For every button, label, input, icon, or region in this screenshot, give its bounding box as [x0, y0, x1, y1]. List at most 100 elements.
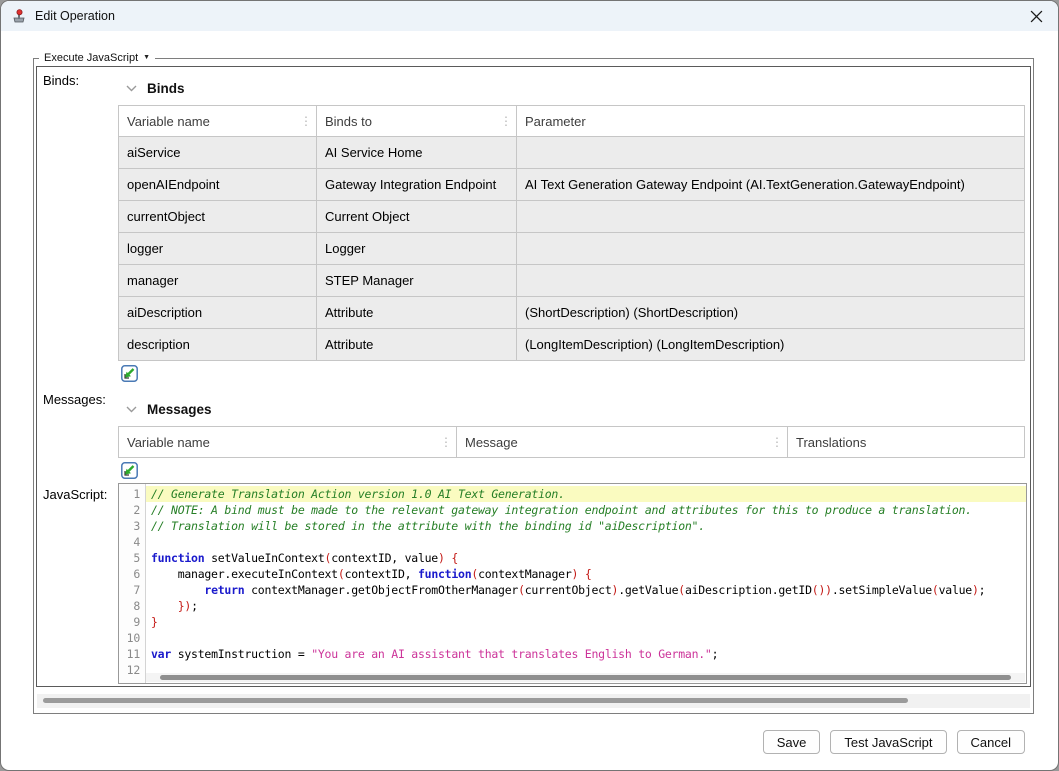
table-cell[interactable]: [517, 265, 1025, 297]
code-line[interactable]: return contextManager.getObjectFromOther…: [146, 582, 1026, 598]
binds-section-title: Binds: [147, 81, 185, 96]
code-line[interactable]: var systemInstruction = "You are an AI a…: [146, 646, 1026, 662]
column-header[interactable]: Parameter: [517, 106, 1025, 137]
column-menu-icon[interactable]: ⋮: [440, 435, 452, 449]
editor-horizontal-scrollbar[interactable]: [146, 673, 1025, 682]
table-cell[interactable]: openAIEndpoint: [119, 169, 317, 201]
line-number: 8: [119, 598, 145, 614]
app-icon: [11, 8, 27, 24]
chevron-down-icon: ▼: [143, 51, 150, 65]
chevron-down-icon[interactable]: [126, 85, 137, 92]
line-number: 10: [119, 630, 145, 646]
javascript-code-editor[interactable]: 123456789101112 // Generate Translation …: [118, 483, 1027, 684]
binds-field: Binds Variable name⋮Binds to⋮Parameterai…: [118, 75, 1028, 387]
table-cell[interactable]: Attribute: [317, 297, 517, 329]
messages-section-header[interactable]: Messages: [126, 398, 1028, 420]
code-line[interactable]: [146, 534, 1026, 550]
table-row[interactable]: aiDescriptionAttribute(ShortDescription)…: [119, 297, 1025, 329]
line-number: 2: [119, 502, 145, 518]
table-cell[interactable]: logger: [119, 233, 317, 265]
column-header[interactable]: Binds to⋮: [317, 106, 517, 137]
table-row[interactable]: openAIEndpointGateway Integration Endpoi…: [119, 169, 1025, 201]
messages-label: Messages:: [43, 392, 106, 407]
table-cell[interactable]: STEP Manager: [317, 265, 517, 297]
dialog-footer: Save Test JavaScript Cancel: [763, 730, 1025, 754]
table-row[interactable]: managerSTEP Manager: [119, 265, 1025, 297]
table-header-row: Variable name⋮Binds to⋮Parameter: [119, 106, 1025, 137]
binds-section-header[interactable]: Binds: [126, 77, 1028, 99]
table-cell[interactable]: AI Text Generation Gateway Endpoint (AI.…: [517, 169, 1025, 201]
column-header[interactable]: Translations: [788, 427, 1025, 458]
code-line[interactable]: // NOTE: A bind must be made to the rele…: [146, 502, 1026, 518]
line-number: 7: [119, 582, 145, 598]
save-button[interactable]: Save: [763, 730, 821, 754]
table-cell[interactable]: [517, 137, 1025, 169]
panel-horizontal-scrollbar[interactable]: [37, 694, 1030, 708]
column-menu-icon[interactable]: ⋮: [771, 435, 783, 449]
execute-javascript-groupbox: Execute JavaScript ▼ Binds: Binds Variab…: [33, 58, 1034, 714]
line-number: 11: [119, 646, 145, 662]
code-line[interactable]: [146, 630, 1026, 646]
messages-section-title: Messages: [147, 402, 212, 417]
table-cell[interactable]: Logger: [317, 233, 517, 265]
table-row[interactable]: aiServiceAI Service Home: [119, 137, 1025, 169]
line-number: 3: [119, 518, 145, 534]
table-cell[interactable]: manager: [119, 265, 317, 297]
column-menu-icon[interactable]: ⋮: [300, 114, 312, 128]
table-cell[interactable]: currentObject: [119, 201, 317, 233]
operation-type-label: Execute JavaScript: [44, 51, 138, 65]
javascript-label: JavaScript:: [43, 487, 107, 502]
cancel-button[interactable]: Cancel: [957, 730, 1025, 754]
table-cell[interactable]: Current Object: [317, 201, 517, 233]
window-title: Edit Operation: [35, 9, 115, 23]
column-menu-icon[interactable]: ⋮: [500, 114, 512, 128]
binds-label: Binds:: [43, 73, 79, 88]
table-cell[interactable]: [517, 201, 1025, 233]
column-header[interactable]: Variable name⋮: [119, 427, 457, 458]
table-cell[interactable]: Attribute: [317, 329, 517, 361]
table-cell[interactable]: (LongItemDescription) (LongItemDescripti…: [517, 329, 1025, 361]
line-number: 1: [119, 486, 145, 502]
scrollbar-thumb[interactable]: [160, 675, 1011, 680]
table-cell[interactable]: description: [119, 329, 317, 361]
close-icon[interactable]: [1014, 1, 1058, 31]
binds-table: Variable name⋮Binds to⋮ParameteraiServic…: [118, 105, 1025, 361]
table-cell[interactable]: AI Service Home: [317, 137, 517, 169]
code-line[interactable]: // Generate Translation Action version 1…: [146, 486, 1026, 502]
edit-operation-dialog: Edit Operation Execute JavaScript ▼ Bind…: [0, 0, 1059, 771]
table-row[interactable]: currentObjectCurrent Object: [119, 201, 1025, 233]
code-line[interactable]: // Translation will be stored in the att…: [146, 518, 1026, 534]
table-header-row: Variable name⋮Message⋮Translations: [119, 427, 1025, 458]
line-number: 4: [119, 534, 145, 550]
messages-table: Variable name⋮Message⋮Translations: [118, 426, 1025, 458]
scrollbar-thumb[interactable]: [43, 698, 908, 703]
operation-type-selector[interactable]: Execute JavaScript ▼: [39, 51, 155, 65]
table-cell[interactable]: [517, 233, 1025, 265]
table-cell[interactable]: (ShortDescription) (ShortDescription): [517, 297, 1025, 329]
column-header[interactable]: Message⋮: [457, 427, 788, 458]
export-table-icon[interactable]: [121, 462, 138, 479]
javascript-field: 123456789101112 // Generate Translation …: [118, 483, 1027, 684]
line-number: 6: [119, 566, 145, 582]
table-cell[interactable]: aiDescription: [119, 297, 317, 329]
chevron-down-icon[interactable]: [126, 406, 137, 413]
table-row[interactable]: loggerLogger: [119, 233, 1025, 265]
code-line[interactable]: function setValueInContext(contextID, va…: [146, 550, 1026, 566]
line-number: 12: [119, 662, 145, 678]
code-line[interactable]: });: [146, 598, 1026, 614]
column-header[interactable]: Variable name⋮: [119, 106, 317, 137]
code-line[interactable]: }: [146, 614, 1026, 630]
line-number: 9: [119, 614, 145, 630]
export-table-icon[interactable]: [121, 365, 138, 382]
editor-line-numbers: 123456789101112: [119, 484, 146, 683]
table-cell[interactable]: Gateway Integration Endpoint: [317, 169, 517, 201]
messages-field: Messages Variable name⋮Message⋮Translati…: [118, 396, 1028, 484]
table-row[interactable]: descriptionAttribute(LongItemDescription…: [119, 329, 1025, 361]
code-line[interactable]: manager.executeInContext(contextID, func…: [146, 566, 1026, 582]
titlebar: Edit Operation: [1, 1, 1058, 31]
test-javascript-button[interactable]: Test JavaScript: [830, 730, 946, 754]
table-cell[interactable]: aiService: [119, 137, 317, 169]
operation-panel: Binds: Binds Variable name⋮Binds to⋮Para…: [36, 66, 1031, 687]
editor-code-area[interactable]: // Generate Translation Action version 1…: [146, 484, 1026, 683]
line-number: 5: [119, 550, 145, 566]
